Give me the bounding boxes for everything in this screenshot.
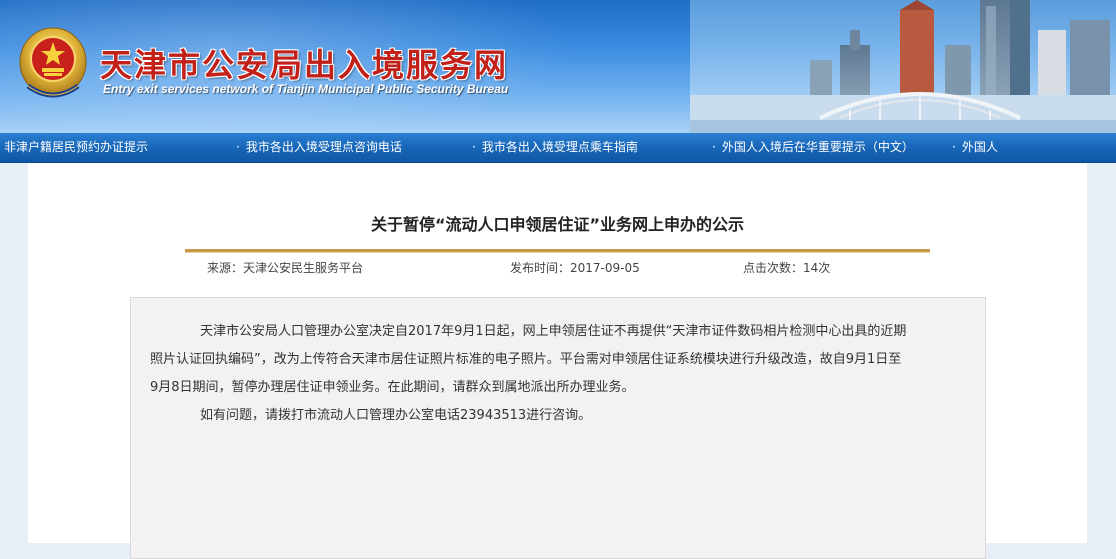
- article-source: 来源：天津公安民生服务平台: [207, 261, 364, 275]
- title-divider: [185, 249, 930, 253]
- nav-link-bus-guide[interactable]: · 我市各出入境受理点乘车指南: [472, 133, 638, 162]
- nav-link-label: 外国人入境后在华重要提示（中文）: [721, 140, 914, 154]
- site-subtitle: Entry exit services network of Tianjin M…: [103, 82, 509, 96]
- notice-nav-bar: 非津户籍居民预约办证提示 · 我市各出入境受理点咨询电话 · 我市各出入境受理点乘车…: [0, 133, 1116, 163]
- bullet-icon: ·: [952, 140, 956, 154]
- article-paragraph-line: 照片认证回执编码”，改为上传符合天津市居住证照片标准的电子照片。平台需对申领居住…: [150, 352, 902, 367]
- nav-link-foreigner-tips[interactable]: · 外国人入境后在华重要提示（中文）: [712, 133, 914, 162]
- nav-link-label: 外国人: [961, 140, 998, 154]
- site-title: 天津市公安局出入境服务网: [100, 46, 509, 84]
- bullet-icon: ·: [712, 140, 716, 154]
- nav-link-label: 我市各出入境受理点咨询电话: [245, 140, 402, 154]
- city-skyline-image: [690, 0, 1116, 133]
- article-body: 天津市公安局人口管理办公室决定自2017年9月1日起，网上申领居住证不再提供“天…: [130, 297, 986, 559]
- article-title: 关于暂停“流动人口申领居住证”业务网上申办的公示: [370, 215, 745, 234]
- police-emblem-icon: [19, 27, 87, 98]
- site-banner: 天津市公安局出入境服务网 Entry exit services network…: [0, 0, 1116, 133]
- article-click-count: 点击次数：14次: [743, 261, 831, 275]
- article-paragraph: 如有问题，请拨打市流动人口管理办公室电话23943513进行咨询。: [200, 408, 592, 423]
- article-panel: 关于暂停“流动人口申领居住证”业务网上申办的公示 来源：天津公安民生服务平台 发…: [28, 163, 1087, 559]
- nav-link-label: 我市各出入境受理点乘车指南: [481, 140, 638, 154]
- article-paragraph-line: 9月8日期间，暂停办理居住证申领业务。在此期间，请群众到属地派出所办理业务。: [150, 380, 635, 395]
- nav-link-consult-phones[interactable]: · 我市各出入境受理点咨询电话: [236, 133, 402, 162]
- bullet-icon: ·: [236, 140, 240, 154]
- article-paragraph-line: 天津市公安局人口管理办公室决定自2017年9月1日起，网上申领居住证不再提供“天…: [200, 324, 907, 339]
- article-publish-time: 发布时间：2017-09-05: [510, 261, 640, 275]
- nav-link-appointment-tips[interactable]: 非津户籍居民预约办证提示: [4, 133, 148, 162]
- nav-link-foreigner-more[interactable]: · 外国人: [952, 133, 998, 162]
- nav-link-label: 非津户籍居民预约办证提示: [4, 140, 149, 154]
- bullet-icon: ·: [472, 140, 476, 154]
